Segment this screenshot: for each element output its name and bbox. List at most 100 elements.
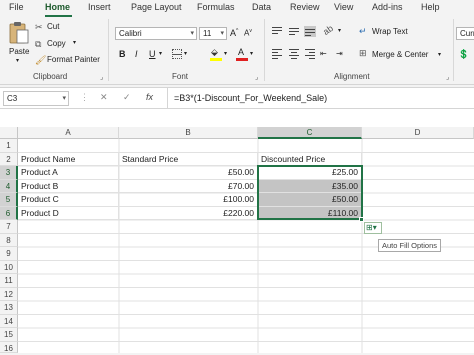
formula-input[interactable]: =B3*(1-Discount_For_Weekend_Sale) [174, 93, 327, 103]
align-right-button[interactable] [304, 48, 316, 59]
font-color-dropdown-icon[interactable]: ▾ [250, 50, 253, 57]
row-header-3[interactable]: 3 [0, 166, 18, 180]
worksheet-grid[interactable]: A B C D 1 2 3 4 5 6 7 8 9 10 11 12 13 14… [0, 109, 474, 353]
tab-file[interactable]: File [9, 2, 24, 12]
cell-b3[interactable]: £50.00 [119, 166, 258, 180]
merge-center-button[interactable]: Merge & Center [372, 50, 428, 59]
tab-data[interactable]: Data [252, 2, 271, 12]
align-left-button[interactable] [271, 48, 283, 59]
tab-page-layout[interactable]: Page Layout [131, 2, 182, 12]
select-all-button[interactable] [0, 127, 18, 139]
bold-button[interactable]: B [119, 49, 126, 59]
row-header-5[interactable]: 5 [0, 193, 18, 207]
copy-button[interactable]: Copy [47, 39, 66, 48]
row-header-15[interactable]: 15 [0, 328, 18, 342]
format-painter-button[interactable]: Format Painter [47, 55, 100, 64]
format-painter-icon: 🖌 [35, 55, 47, 65]
fill-color-button[interactable]: ⬙ [210, 47, 222, 61]
decrease-indent-icon[interactable]: ⇤ [320, 49, 327, 59]
copy-icon: ⧉ [35, 39, 42, 49]
row-header-12[interactable]: 12 [0, 287, 18, 301]
decrease-font-size-button[interactable]: Av [244, 28, 252, 38]
orientation-dropdown-icon[interactable]: ▾ [338, 27, 341, 34]
cell-c6[interactable]: £110.00 [258, 206, 362, 220]
font-color-button[interactable]: A [236, 47, 248, 61]
cell-a3[interactable]: Product A [18, 166, 119, 180]
row-header-6[interactable]: 6 [0, 206, 18, 220]
cell-a2[interactable]: Product Name [18, 152, 119, 166]
number-format-combo[interactable]: Curr [456, 27, 474, 40]
row-header-8[interactable]: 8 [0, 233, 18, 247]
row-header-7[interactable]: 7 [0, 220, 18, 234]
merge-center-icon: ⊞ [359, 48, 367, 58]
align-center-button[interactable] [288, 48, 300, 59]
row-header-4[interactable]: 4 [0, 179, 18, 193]
name-box[interactable]: C3 ▾ [3, 91, 69, 106]
increase-font-size-button[interactable]: A^ [230, 28, 238, 38]
row-header-11[interactable]: 11 [0, 274, 18, 288]
row-header-10[interactable]: 10 [0, 260, 18, 274]
cell-a6[interactable]: Product D [18, 206, 119, 220]
tab-view[interactable]: View [334, 2, 353, 12]
paste-dropdown-icon[interactable]: ▾ [16, 57, 19, 64]
column-header-d[interactable]: D [362, 127, 474, 139]
top-align-button[interactable] [271, 26, 283, 37]
row-header-1[interactable]: 1 [0, 139, 18, 153]
cell-b6[interactable]: £220.00 [119, 206, 258, 220]
tab-add-ins[interactable]: Add-ins [372, 2, 403, 12]
middle-align-button[interactable] [288, 26, 300, 37]
enter-entry-button[interactable]: ✓ [123, 92, 131, 103]
cell-a5[interactable]: Product C [18, 193, 119, 207]
fill-color-dropdown-icon[interactable]: ▾ [224, 50, 227, 57]
row-header-2[interactable]: 2 [0, 152, 18, 166]
cell-c5[interactable]: £50.00 [258, 193, 362, 207]
formula-bar-divider [167, 88, 168, 109]
cut-button[interactable]: Cut [47, 22, 59, 31]
borders-button[interactable] [172, 49, 182, 59]
clipboard-launcher-icon[interactable]: ⌟ [100, 73, 103, 81]
paste-label: Paste [9, 47, 30, 56]
tab-formulas[interactable]: Formulas [197, 2, 235, 12]
cell-c4[interactable]: £35.00 [258, 179, 362, 193]
cell-a4[interactable]: Product B [18, 179, 119, 193]
row-header-16[interactable]: 16 [0, 341, 18, 353]
paste-button[interactable]: Paste ▾ [6, 21, 32, 64]
font-size-value: 11 [203, 29, 212, 38]
insert-function-button[interactable]: fx [146, 92, 153, 102]
merge-center-dropdown-icon[interactable]: ▾ [438, 51, 441, 58]
bottom-align-button[interactable] [304, 26, 316, 37]
italic-button[interactable]: I [135, 49, 138, 59]
alignment-launcher-icon[interactable]: ⌟ [446, 73, 449, 81]
cell-c2[interactable]: Discounted Price [258, 152, 362, 166]
tab-review[interactable]: Review [290, 2, 320, 12]
font-family-combo[interactable]: Calibri ▾ [115, 27, 197, 40]
wrap-text-button[interactable]: Wrap Text [372, 27, 408, 36]
fill-color-swatch [210, 58, 222, 61]
tab-help[interactable]: Help [421, 2, 440, 12]
orientation-icon[interactable]: ab [321, 23, 335, 37]
copy-dropdown-icon[interactable]: ▾ [73, 39, 76, 46]
cancel-entry-button[interactable]: ✕ [100, 92, 108, 103]
borders-dropdown-icon[interactable]: ▾ [184, 50, 187, 57]
ribbon-separator [453, 19, 454, 81]
font-launcher-icon[interactable]: ⌟ [255, 73, 258, 81]
row-header-9[interactable]: 9 [0, 247, 18, 261]
auto-fill-options-button[interactable]: ⊞▾ [364, 222, 382, 234]
font-size-combo[interactable]: 11 ▾ [199, 27, 227, 40]
column-header-b[interactable]: B [119, 127, 258, 139]
accounting-format-icon[interactable]: 💲 [458, 49, 469, 60]
row-header-13[interactable]: 13 [0, 301, 18, 315]
tab-home[interactable]: Home [45, 2, 70, 12]
underline-button[interactable]: U [149, 49, 156, 59]
cell-b2[interactable]: Standard Price [119, 152, 258, 166]
font-color-swatch [236, 58, 248, 61]
column-header-c[interactable]: C [258, 127, 362, 139]
column-header-a[interactable]: A [18, 127, 119, 139]
cell-b5[interactable]: £100.00 [119, 193, 258, 207]
cell-b4[interactable]: £70.00 [119, 179, 258, 193]
cell-c3[interactable]: £25.00 [258, 166, 362, 180]
increase-indent-icon[interactable]: ⇥ [336, 49, 343, 59]
underline-dropdown-icon[interactable]: ▾ [159, 50, 162, 57]
row-header-14[interactable]: 14 [0, 314, 18, 328]
tab-insert[interactable]: Insert [88, 2, 111, 12]
